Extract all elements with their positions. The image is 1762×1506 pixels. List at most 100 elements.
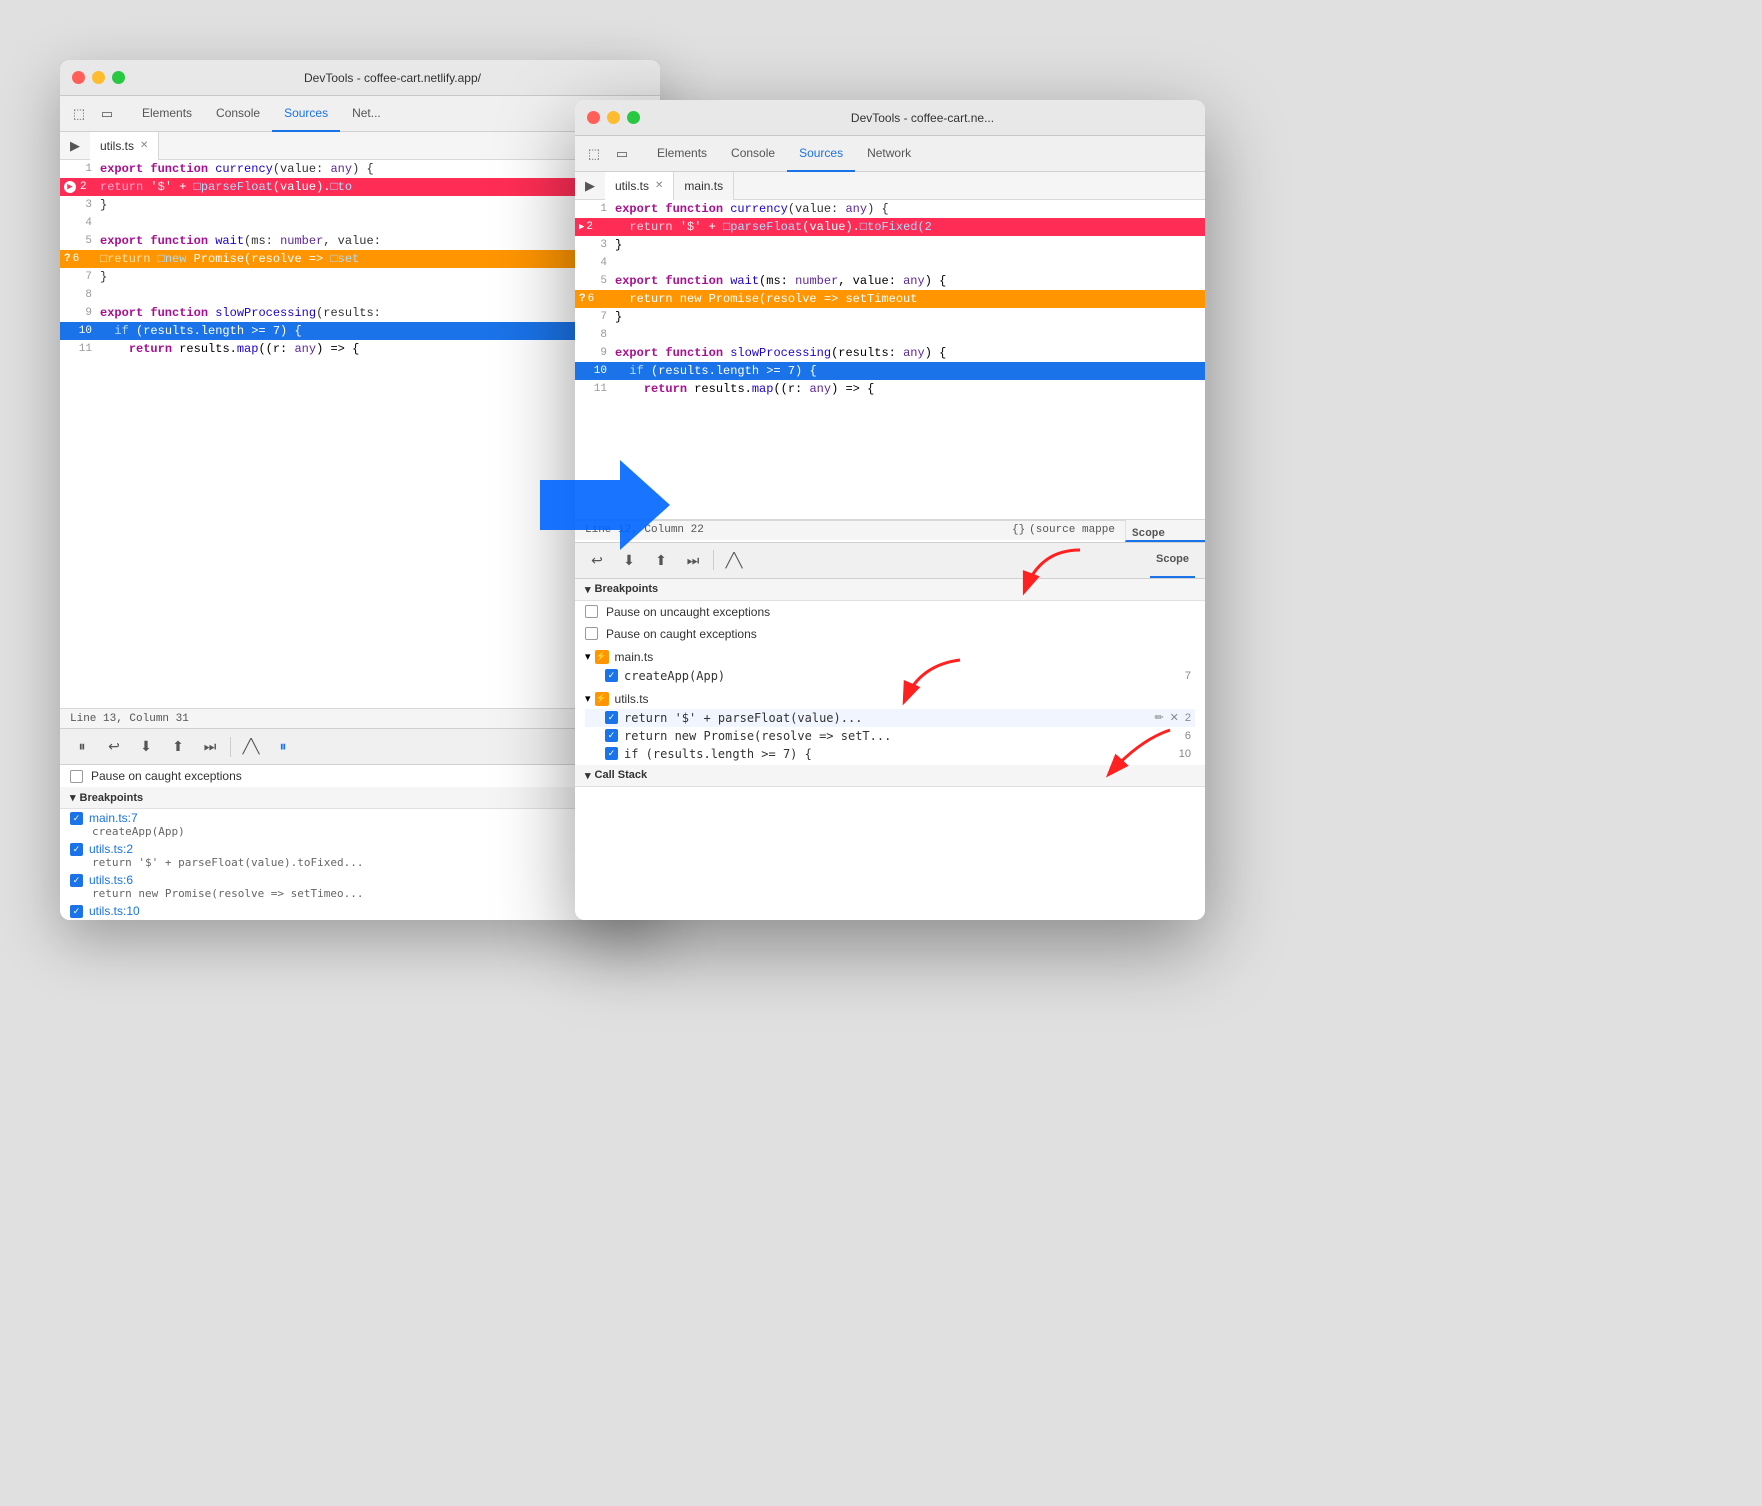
code-line-2-6: ?6 return new Promise(resolve => setTime… [575, 290, 1205, 308]
code-line-1-3: 3 } [60, 196, 660, 214]
file-tabs-1: ▶ utils.ts ✕ [60, 132, 660, 160]
code-line-1-11: 11 return results.map((r: any) => { [60, 340, 660, 358]
bp-cb-utils2-1[interactable]: ✓ [70, 843, 83, 856]
scope-tab-2[interactable]: Scope [1150, 542, 1195, 578]
close-button-1[interactable] [72, 71, 85, 84]
code-line-2-9: 9 export function slowProcessing(results… [575, 344, 1205, 362]
code-line-1-4: 4 [60, 214, 660, 232]
bp-filename-utils6-1: utils.ts:6 [89, 873, 133, 887]
bp-file-icon-utils-2: ⚡ [595, 692, 609, 706]
step-over-btn-2[interactable]: ⏭ [681, 548, 705, 572]
breakpoints-header-2: ▾ Breakpoints [575, 579, 1205, 601]
bp-file-utils10-1: ✓ utils.ts:10 [70, 904, 650, 918]
toolbar-sep-1 [230, 737, 231, 757]
braces-icon-2: {} [1012, 524, 1025, 536]
bp-group-utils-toggle-2[interactable]: ▾ [585, 692, 591, 705]
tab-elements-2[interactable]: Elements [645, 136, 719, 172]
pause-uncaught-label-2: Pause on uncaught exceptions [606, 605, 770, 619]
cursor-icon-2[interactable]: ⬚ [583, 143, 605, 165]
step-into-btn-1[interactable]: ⬇ [134, 735, 158, 759]
code-line-1-7: 7 } [60, 268, 660, 286]
file-tab-close-1[interactable]: ✕ [140, 140, 148, 151]
code-line-2-10: 10 if (results.length >= 7) { [575, 362, 1205, 380]
close-button-2[interactable] [587, 111, 600, 124]
source-map-2: (source mappe [1029, 524, 1115, 536]
bp-file-icon-main-2: ⚡ [595, 650, 609, 664]
deactivate-btn-2[interactable]: ╱╲ [722, 548, 746, 572]
code-line-1-1: 1 export function currency(value: any) { [60, 160, 660, 178]
bp-cb-utils10-2[interactable]: ✓ [605, 747, 618, 760]
maximize-button-1[interactable] [112, 71, 125, 84]
breakpoints-header-1: ▾ Breakpoints [60, 787, 660, 809]
minimize-button-2[interactable] [607, 111, 620, 124]
step-out-btn-1[interactable]: ⬆ [166, 735, 190, 759]
tab-network-2[interactable]: Network [855, 136, 923, 172]
tab-sources-2[interactable]: Sources [787, 136, 855, 172]
code-lines-1: 1 export function currency(value: any) {… [60, 160, 660, 708]
pause-uncaught-cb-2[interactable] [585, 605, 598, 618]
bp-delete-utils2-2[interactable]: ✕ [1170, 711, 1179, 724]
step-over-btn-1[interactable]: ⏭ [198, 735, 222, 759]
pause-caught-cb-2[interactable] [585, 627, 598, 640]
pause-btn-1[interactable]: ⏸ [70, 735, 94, 759]
bp-triangle-2: ▾ [585, 583, 591, 596]
window-title-2: DevTools - coffee-cart.ne... [652, 111, 1193, 125]
bp-filename-utils10-1: utils.ts:10 [89, 904, 140, 918]
pause-caught-cb-1[interactable] [70, 770, 83, 783]
bp-line-utils2-2: 2 [1185, 712, 1191, 724]
step-back-btn-1[interactable]: ↩ [102, 735, 126, 759]
sidebar-toggle-1[interactable]: ▶ [64, 135, 86, 157]
maximize-button-2[interactable] [627, 111, 640, 124]
bp-filename-utils2-1: utils.ts:2 [89, 842, 133, 856]
status-bar-1: Line 13, Column 31 (source [60, 708, 660, 728]
bp-code-utils2-1: return '$' + parseFloat(value).toFixed..… [92, 856, 650, 869]
tab-elements-1[interactable]: Elements [130, 96, 204, 132]
sidebar-toggle-2[interactable]: ▶ [579, 175, 601, 197]
pause-caught-row-2: Pause on caught exceptions [575, 623, 1205, 645]
code-line-1-6: ?6 □return □new Promise(resolve => □set [60, 250, 660, 268]
pause-uncaught-row-2: Pause on uncaught exceptions [575, 601, 1205, 623]
bp-cb-utils6-2[interactable]: ✓ [605, 729, 618, 742]
pause-caught-label-2: Pause on caught exceptions [606, 627, 757, 641]
bp-cb-utils6-1[interactable]: ✓ [70, 874, 83, 887]
bp-cb-utils2-2[interactable]: ✓ [605, 711, 618, 724]
tab-console-1[interactable]: Console [204, 96, 272, 132]
file-tab-main-2[interactable]: main.ts [674, 172, 734, 200]
titlebar-1: DevTools - coffee-cart.netlify.app/ [60, 60, 660, 96]
deactivate-btn-1[interactable]: ╱╲ [239, 735, 263, 759]
file-tab-utils-2[interactable]: utils.ts ✕ [605, 172, 674, 200]
traffic-lights-2 [587, 111, 640, 124]
file-tab-utils-1[interactable]: utils.ts ✕ [90, 132, 159, 160]
tab-sources-1[interactable]: Sources [272, 96, 340, 132]
tab-icons-2: ⬚ ▭ [583, 143, 633, 165]
tab-console-2[interactable]: Console [719, 136, 787, 172]
bp-group-main-name-2: main.ts [615, 650, 654, 664]
bp-edit-utils2-2[interactable]: ✏ [1154, 711, 1163, 724]
code-line-1-2: ▶2 return '$' + □parseFloat(value).□to [60, 178, 660, 196]
bp-item-utils6-1: ✓ utils.ts:6 return new Promise(resolve … [60, 871, 660, 902]
bp-cb-createapp-2[interactable]: ✓ [605, 669, 618, 682]
red-arrow-3 [1090, 725, 1180, 790]
cursor-icon[interactable]: ⬚ [68, 103, 90, 125]
bp-group-main-toggle-2[interactable]: ▾ [585, 650, 591, 663]
pause-caught-row-1: Pause on caught exceptions [60, 765, 660, 787]
scope-panel-2: Scope [1125, 520, 1205, 542]
device-icon[interactable]: ▭ [96, 103, 118, 125]
bp-cb-utils10-1[interactable]: ✓ [70, 905, 83, 918]
bp-filename-main-1: main.ts:7 [89, 811, 138, 825]
tab-network-1[interactable]: Net... [340, 96, 393, 132]
file-tab-close-utils-2[interactable]: ✕ [655, 180, 663, 191]
bp-code-utils6-1: return new Promise(resolve => setTimeo..… [92, 887, 650, 900]
red-arrow-2 [890, 655, 970, 720]
bp-line-createapp-2: 7 [1185, 670, 1191, 682]
pause-async-btn-1[interactable]: ⏸ [271, 735, 295, 759]
device-icon-2[interactable]: ▭ [611, 143, 633, 165]
bp-cb-main-1[interactable]: ✓ [70, 812, 83, 825]
minimize-button-1[interactable] [92, 71, 105, 84]
traffic-lights-1 [72, 71, 125, 84]
call-stack-triangle-2: ▾ [585, 769, 591, 782]
code-line-2-3: 3 } [575, 236, 1205, 254]
pause-caught-label-1: Pause on caught exceptions [91, 769, 242, 783]
window-title-1: DevTools - coffee-cart.netlify.app/ [137, 71, 648, 85]
big-arrow [540, 460, 670, 555]
